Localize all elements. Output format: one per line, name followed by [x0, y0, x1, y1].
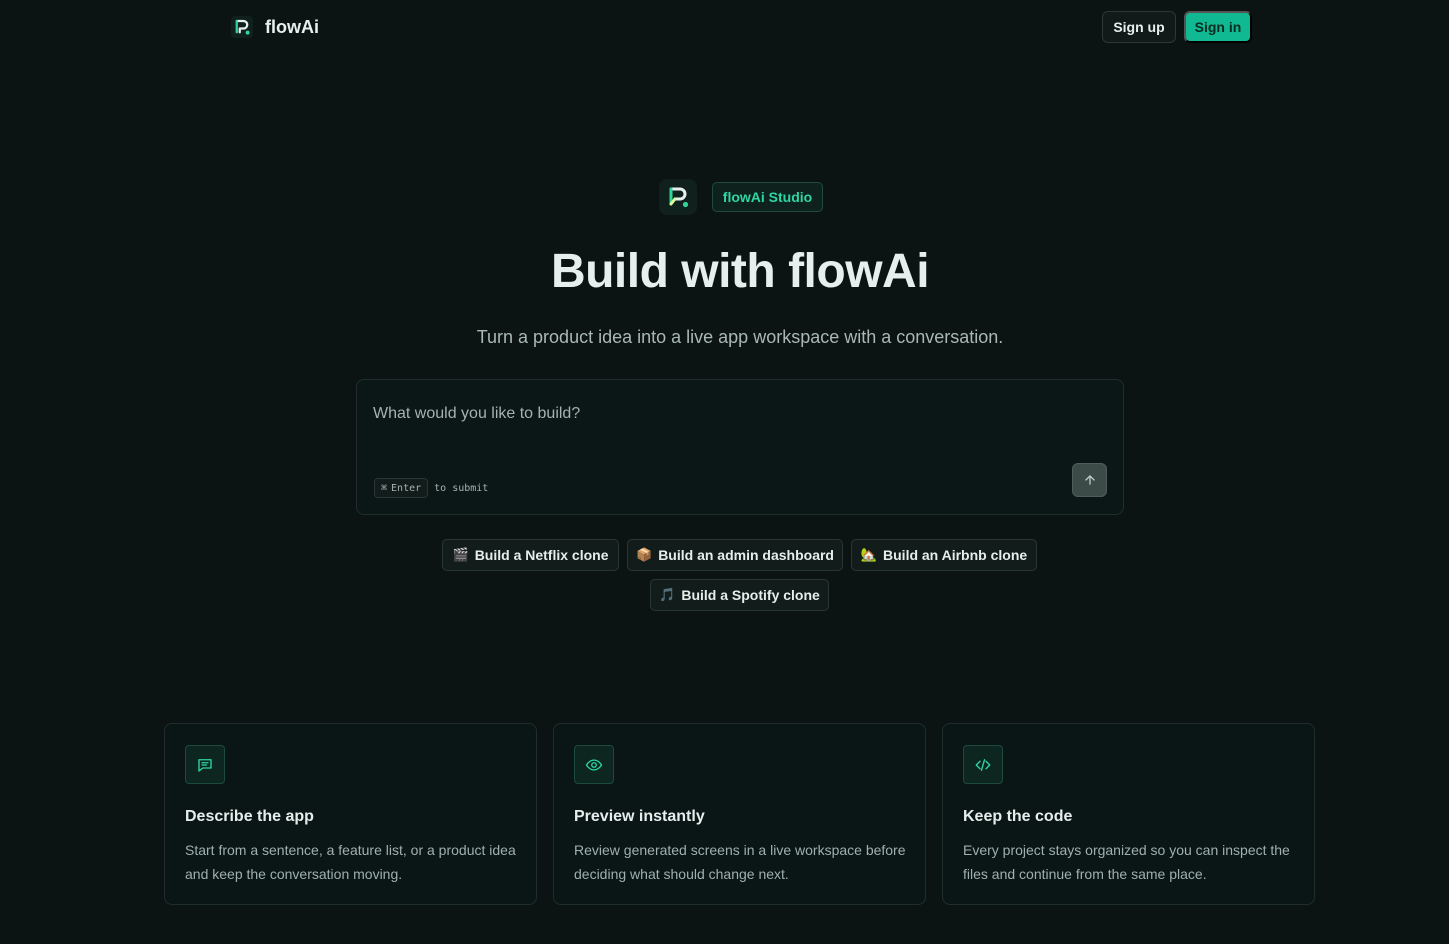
chip-label: Build a Netflix clone: [474, 547, 609, 563]
chip-label: Build an Airbnb clone: [883, 547, 1028, 563]
eye-icon: [574, 745, 614, 784]
page-subtitle: Turn a product idea into a live app work…: [476, 327, 1004, 347]
submit-button[interactable]: [1072, 463, 1107, 497]
house-icon: 🏡: [860, 547, 878, 563]
suggestion-chip-spotify[interactable]: 🎵 Build a Spotify clone: [650, 579, 829, 611]
arrow-up-icon: [1084, 475, 1095, 485]
page-title: Build with flowAi: [550, 245, 930, 298]
feature-title: Describe the app: [185, 808, 314, 825]
feature-card-code: Keep the code Every project stays organi…: [942, 723, 1315, 905]
feature-description: Review generated screens in a live works…: [574, 842, 906, 882]
feature-title: Preview instantly: [574, 808, 705, 825]
flowai-logo-icon: [659, 179, 697, 215]
chip-label: Build a Spotify clone: [681, 587, 820, 603]
keyboard-shortcut: ⌘ Enter: [374, 478, 429, 498]
feature-description: Every project stays organized so you can…: [963, 842, 1290, 882]
feature-card-preview: Preview instantly Review generated scree…: [553, 723, 926, 905]
hint-text: to submit: [434, 482, 489, 494]
code-icon: [963, 745, 1003, 784]
suggestion-chip-airbnb[interactable]: 🏡 Build an Airbnb clone: [851, 539, 1037, 571]
chip-label: Build an admin dashboard: [658, 547, 834, 563]
sign-up-button[interactable]: Sign up: [1102, 11, 1176, 43]
suggestion-chip-netflix[interactable]: 🎬 Build a Netflix clone: [442, 539, 619, 571]
suggestion-chip-admin-dashboard[interactable]: 📦 Build an admin dashboard: [627, 539, 843, 571]
feature-title: Keep the code: [963, 808, 1073, 825]
chat-icon: [185, 745, 225, 784]
sign-in-button[interactable]: Sign in: [1184, 11, 1252, 43]
feature-card-describe: Describe the app Start from a sentence, …: [164, 723, 537, 905]
command-key-icon: ⌘: [381, 482, 388, 494]
top-nav: flowAi Sign up Sign in: [0, 0, 1449, 56]
feature-description: Start from a sentence, a feature list, o…: [185, 842, 516, 882]
submit-hint: ⌘ Enter to submit: [374, 478, 488, 498]
brand[interactable]: flowAi: [231, 16, 319, 38]
package-icon: 📦: [636, 547, 653, 563]
prompt-input[interactable]: [373, 402, 1053, 426]
studio-badge: flowAi Studio: [712, 182, 823, 212]
music-note-icon: 🎵: [659, 587, 676, 603]
brand-name: flowAi: [265, 16, 319, 37]
flowai-logo-icon: [231, 16, 253, 38]
prompt-box: ⌘ Enter to submit: [356, 379, 1124, 515]
clapper-icon: 🎬: [452, 547, 469, 563]
enter-key-label: Enter: [391, 482, 422, 494]
